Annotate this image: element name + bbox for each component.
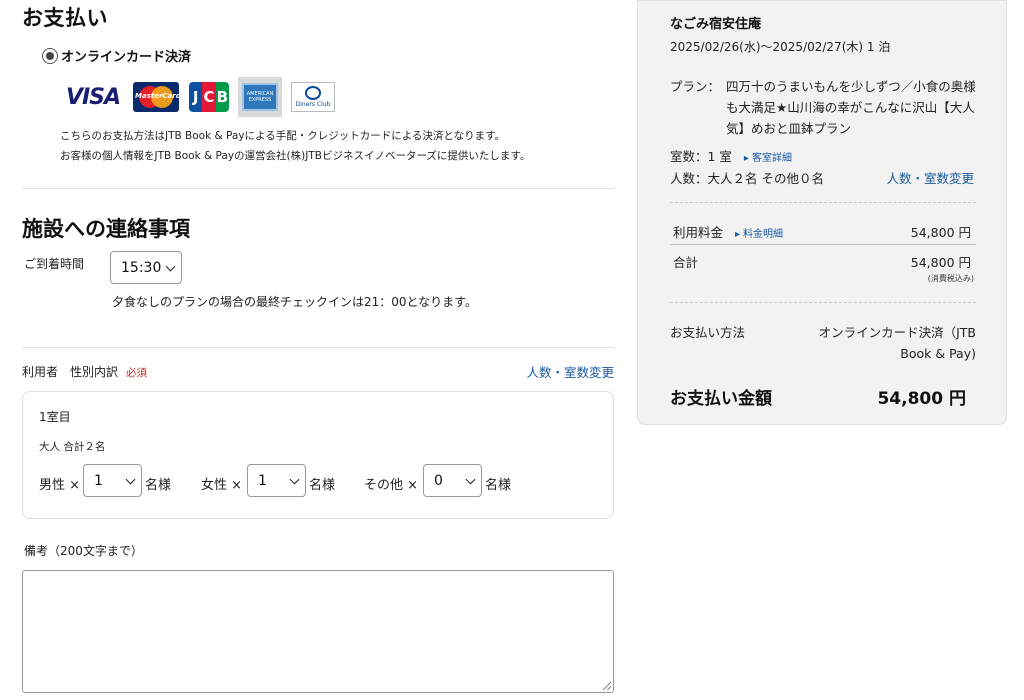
male-count-select[interactable]: 1 — [83, 464, 142, 497]
checkin-note: 夕食なしのプランの場合の最終チェックインは21：00となります。 — [112, 295, 477, 309]
plan-name: 四万十のうまいもんを少しずつ／小食の奥様も大満足★山川海の幸がこんなに沢山【大人… — [726, 79, 976, 136]
amex-logo: AMERICAN EXPRESS — [238, 77, 282, 117]
summary-divider — [670, 302, 976, 303]
chevron-down-icon — [465, 474, 476, 485]
summary-divider — [670, 244, 976, 245]
tax-note: (消費税込み) — [927, 274, 974, 283]
payment-method-label: お支払い方法 — [670, 325, 746, 340]
payment-note-2: お客様の個人情報をJTB Book & Payの運営会社(株)JTBビジネスイノ… — [60, 150, 531, 162]
guest-breakdown-label: 利用者 性別内訳 必須 — [22, 365, 148, 379]
fee-value: 54,800 円 — [910, 225, 971, 240]
card-brand-logos: VISA MasterCard J C B AMERICAN EXPRESS Di… — [62, 77, 344, 117]
jcb-logo: J C B — [188, 80, 230, 114]
room-detail-link[interactable]: 客室詳細 — [744, 153, 792, 164]
payment-note-1: こちらのお支払方法はJTB Book & Payによる手配・クレジットカードによ… — [60, 130, 506, 142]
section-divider — [22, 188, 614, 189]
female-suffix: 名様 — [309, 478, 336, 493]
remarks-label: 備考（200文字まで） — [24, 544, 143, 558]
room-title: 1室目 — [39, 410, 71, 424]
mastercard-logo: MasterCard — [132, 80, 180, 114]
payment-heading: お支払い — [22, 6, 108, 30]
female-count-select[interactable]: 1 — [247, 464, 306, 497]
room-1-panel: 1室目 大人 合計２名 男性 × 1 名様 女性 × 1 名様 その他 × 0 … — [22, 391, 614, 519]
booking-summary-panel: なごみ宿安住庵 2025/02/26(水)〜2025/02/27(木) 1 泊 … — [637, 0, 1007, 425]
chevron-down-icon — [289, 474, 300, 485]
arrival-time-select[interactable]: 15:30 — [110, 251, 182, 284]
payment-amount-value: 54,800 円 — [877, 389, 966, 409]
room-count-row: 室数：1 室 客室詳細 — [670, 146, 792, 165]
adults-total: 大人 合計２名 — [39, 441, 106, 453]
chevron-down-icon — [165, 261, 176, 272]
required-badge: 必須 — [126, 367, 148, 379]
diners-club-logo: Diners Club — [290, 80, 336, 114]
room-count: 室数：1 室 — [670, 149, 732, 164]
change-guests-link[interactable]: 人数・室数変更 — [526, 362, 614, 381]
total-value: 54,800 円 — [910, 255, 971, 270]
stay-dates: 2025/02/26(水)〜2025/02/27(木) 1 泊 — [670, 40, 891, 54]
summary-divider — [670, 202, 976, 203]
total-label: 合計 — [673, 255, 699, 270]
online-card-option[interactable]: オンラインカード決済 — [42, 46, 191, 65]
female-label: 女性 × — [201, 478, 243, 493]
chevron-down-icon — [125, 474, 136, 485]
other-suffix: 名様 — [485, 478, 512, 493]
arrival-time-label: ご到着時間 — [24, 257, 85, 271]
hotel-name: なごみ宿安住庵 — [670, 17, 762, 32]
contact-heading: 施設への連絡事項 — [22, 217, 190, 241]
section-divider — [22, 347, 614, 348]
payment-method-value: オンラインカード決済（JTB Book & Pay) — [818, 325, 976, 361]
people-count: 人数：大人２名 その他０名 — [670, 171, 824, 186]
payment-amount-label: お支払い金額 — [670, 389, 772, 409]
male-suffix: 名様 — [145, 478, 172, 493]
resize-grip-icon[interactable] — [603, 682, 611, 690]
plan-label: プラン： — [670, 79, 721, 94]
visa-logo: VISA — [65, 84, 121, 110]
radio-selected-icon[interactable] — [42, 47, 58, 64]
other-count-select[interactable]: 0 — [423, 464, 482, 497]
fee-row-label: 利用料金 料金明細 — [673, 222, 783, 241]
online-card-label: オンラインカード決済 — [61, 50, 192, 65]
other-label: その他 × — [364, 478, 419, 493]
remarks-textarea[interactable] — [22, 570, 614, 693]
fee-detail-link[interactable]: 料金明細 — [735, 229, 783, 240]
summary-change-guests-link[interactable]: 人数・室数変更 — [886, 168, 974, 187]
male-label: 男性 × — [39, 478, 81, 493]
